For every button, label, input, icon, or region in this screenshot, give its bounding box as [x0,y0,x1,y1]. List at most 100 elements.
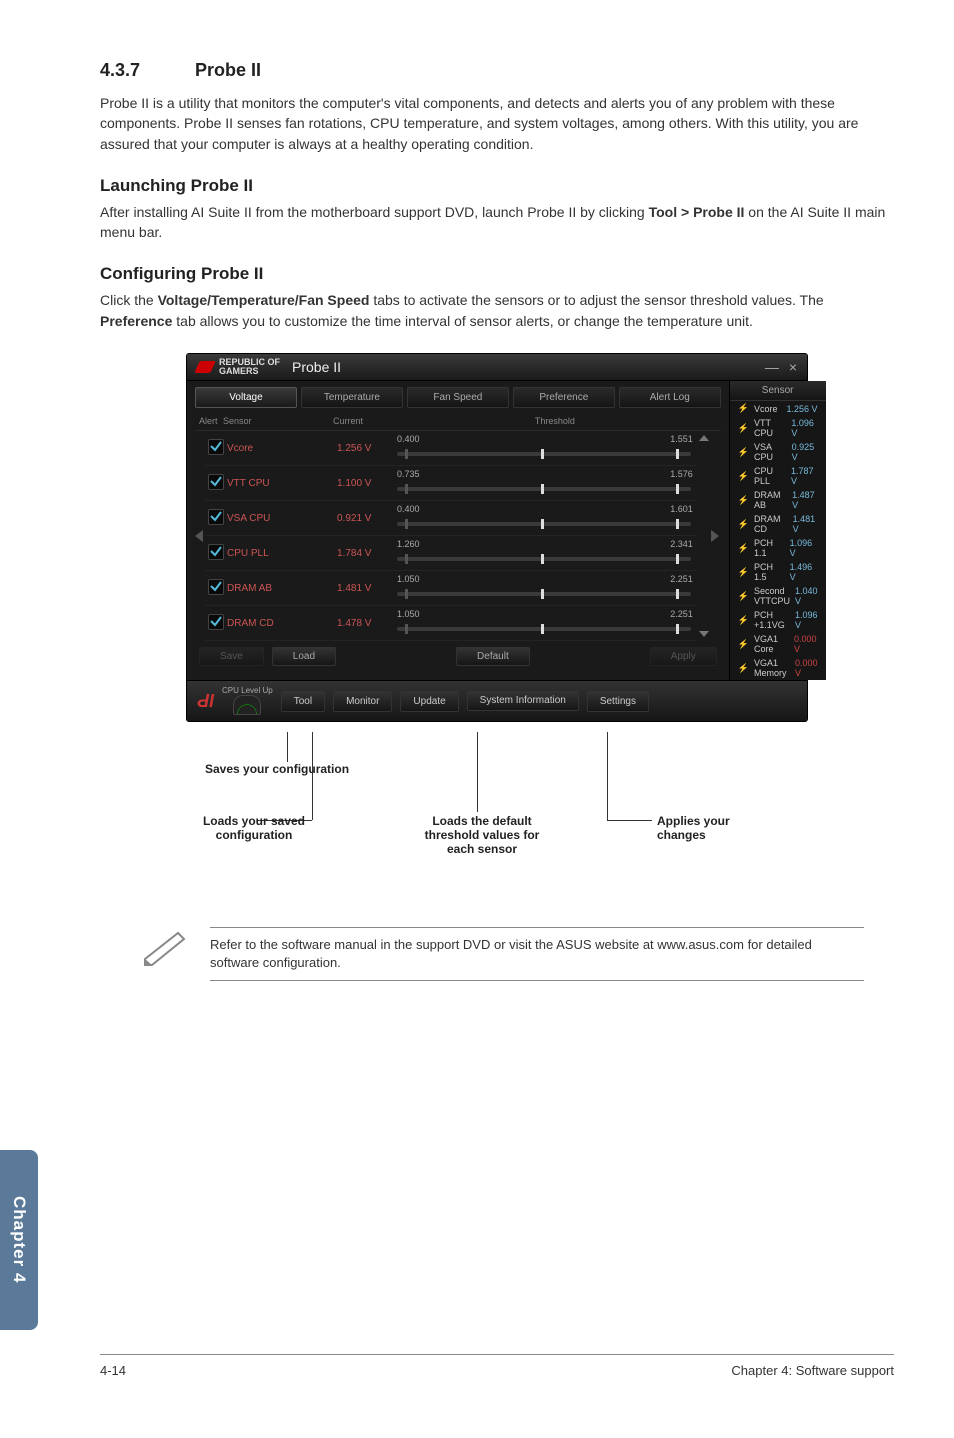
slider-handle-high[interactable] [676,589,679,599]
footer-settings-button[interactable]: Settings [587,691,649,712]
sensor-name: VSA CPU [754,442,787,462]
footer-monitor-button[interactable]: Monitor [333,691,392,712]
sensor-row: Vcore1.256 V0.4001.551 [205,431,697,466]
config-text: Click the Voltage/Temperature/Fan Speed … [100,290,894,331]
ai-logo-icon: ԀӀ [197,691,214,712]
slider-handle-mid[interactable] [541,519,544,529]
alert-checkbox[interactable] [208,509,224,525]
bolt-icon: ⚡ [738,403,749,414]
scroll-up-icon[interactable] [699,435,709,441]
bolt-icon: ⚡ [738,591,749,602]
row-sensor-name: Vcore [227,443,337,454]
slider-handle-high[interactable] [676,449,679,459]
row-sensor-name: CPU PLL [227,548,337,559]
bolt-icon: ⚡ [738,471,749,482]
sensor-panel-header: Sensor [730,381,826,401]
alert-checkbox[interactable] [208,439,224,455]
slider-handle-low[interactable] [405,589,408,599]
alert-checkbox[interactable] [208,614,224,630]
footer-chapter: Chapter 4: Software support [731,1363,894,1378]
callout-apply: Applies your changes [657,814,767,842]
alert-checkbox[interactable] [208,474,224,490]
sensor-name: DRAM AB [754,490,787,510]
section-title: Probe II [195,60,261,80]
app-title: Probe II [292,360,341,374]
tab-voltage[interactable]: Voltage [195,387,297,408]
slider-handle-low[interactable] [405,449,408,459]
row-current-value: 1.481 V [337,583,397,594]
footer-sysinfo-button[interactable]: System Information [467,691,579,711]
sensor-name: CPU PLL [754,466,786,486]
tab-row: Voltage Temperature Fan Speed Preference… [195,387,721,408]
minimize-button[interactable]: — [765,359,779,375]
callout-loads: Loads your saved configuration [219,814,339,842]
threshold-slider[interactable]: 1.0502.251 [397,574,697,602]
launching-pre: After installing AI Suite II from the mo… [100,204,649,220]
slider-handle-high[interactable] [676,484,679,494]
load-button[interactable]: Load [272,647,336,666]
pen-icon [140,927,190,967]
sensor-row: VTT CPU1.100 V0.7351.576 [205,466,697,501]
slider-handle-mid[interactable] [541,449,544,459]
app-footer: ԀӀ CPU Level Up Tool Monitor Update Syst… [187,680,807,721]
threshold-slider[interactable]: 1.2602.341 [397,539,697,567]
bolt-icon: ⚡ [738,423,749,434]
footer-tool-button[interactable]: Tool [281,691,325,712]
sensor-list-item: ⚡VSA CPU0.925 V [730,440,826,464]
slider-handle-high[interactable] [676,554,679,564]
sensor-value: 1.096 V [795,610,818,630]
threshold-slider[interactable]: 0.4001.551 [397,434,697,462]
page-left-icon[interactable] [195,530,203,542]
sensor-name: Vcore [754,404,778,414]
note-text: Refer to the software manual in the supp… [210,927,864,981]
sensor-list-item: ⚡PCH 1.11.096 V [730,536,826,560]
sensor-name: Second VTTCPU [754,586,790,606]
scrollbar[interactable] [697,431,711,641]
row-sensor-name: DRAM CD [227,618,337,629]
slider-handle-low[interactable] [405,554,408,564]
gauge-icon[interactable] [233,695,261,715]
alert-checkbox[interactable] [208,544,224,560]
page-footer: 4-14 Chapter 4: Software support [100,1354,894,1378]
threshold-slider[interactable]: 0.7351.576 [397,469,697,497]
sensor-name: PCH 1.1 [754,538,785,558]
sensor-list-item: ⚡VGA1 Memory0.000 V [730,656,826,680]
slider-handle-low[interactable] [405,519,408,529]
tab-fanspeed[interactable]: Fan Speed [407,387,509,408]
sensor-row: DRAM AB1.481 V1.0502.251 [205,571,697,606]
config-heading: Configuring Probe II [100,264,894,284]
slider-handle-mid[interactable] [541,484,544,494]
save-button[interactable]: Save [199,647,264,666]
slider-handle-mid[interactable] [541,589,544,599]
page-right-icon[interactable] [711,530,719,542]
close-button[interactable]: × [789,359,797,375]
default-button[interactable]: Default [456,647,530,666]
threshold-slider[interactable]: 0.4001.601 [397,504,697,532]
footer-update-button[interactable]: Update [400,691,458,712]
row-current-value: 1.256 V [337,443,397,454]
bolt-icon: ⚡ [738,639,749,650]
tab-preference[interactable]: Preference [513,387,615,408]
slider-handle-mid[interactable] [541,624,544,634]
tab-temperature[interactable]: Temperature [301,387,403,408]
tab-alertlog[interactable]: Alert Log [619,387,721,408]
slider-handle-high[interactable] [676,519,679,529]
alert-checkbox[interactable] [208,579,224,595]
bolt-icon: ⚡ [738,495,749,506]
scroll-down-icon[interactable] [699,631,709,637]
slider-handle-low[interactable] [405,484,408,494]
callout-saves: Saves your configuration [205,762,349,776]
slider-handle-mid[interactable] [541,554,544,564]
bolt-icon: ⚡ [738,543,749,554]
bolt-icon: ⚡ [738,615,749,626]
threshold-slider[interactable]: 1.0502.251 [397,609,697,637]
sensor-row: DRAM CD1.478 V1.0502.251 [205,606,697,641]
probe-app-window: REPUBLIC OFGAMERS Probe II — × Voltage T… [186,353,808,722]
sensor-name: VTT CPU [754,418,786,438]
apply-button[interactable]: Apply [650,647,717,666]
slider-handle-low[interactable] [405,624,408,634]
launching-bold: Tool > Probe II [649,204,745,220]
sensor-list-item: ⚡PCH +1.1VG1.096 V [730,608,826,632]
sensor-value: 1.040 V [795,586,818,606]
slider-handle-high[interactable] [676,624,679,634]
